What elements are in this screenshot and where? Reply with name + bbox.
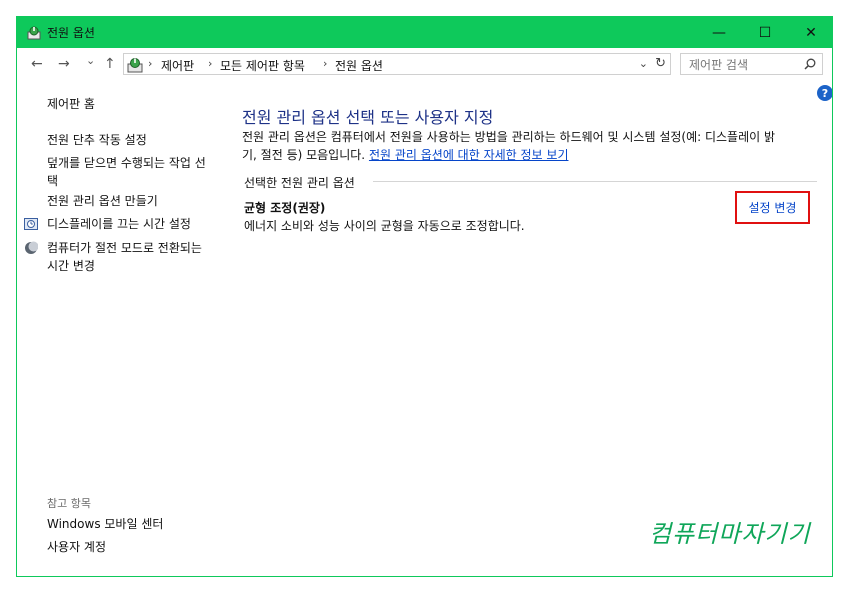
control-panel-icon xyxy=(127,58,143,73)
minimize-icon: — xyxy=(712,24,726,41)
minimize-button[interactable]: — xyxy=(696,17,742,48)
page-title: 전원 관리 옵션 선택 또는 사용자 지정 xyxy=(242,108,494,127)
forward-button[interactable]: → xyxy=(58,56,70,72)
sidebar-create-plan-link[interactable]: 전원 관리 옵션 만들기 xyxy=(47,192,158,210)
breadcrumb-separator: › xyxy=(148,57,153,70)
sidebar-home-link[interactable]: 제어판 홈 xyxy=(47,95,95,113)
selected-plan-heading: 선택한 전원 관리 옵션 xyxy=(244,176,355,190)
up-button[interactable]: ↑ xyxy=(104,56,116,72)
sleep-moon-icon xyxy=(25,241,38,254)
window-title: 전원 옵션 xyxy=(47,26,95,40)
back-button[interactable]: ← xyxy=(31,56,43,72)
help-icon[interactable]: ? xyxy=(817,85,832,101)
navigation-bar: ← → ⌄ ↑ › 제어판 › 모든 제어판 항목 › 전원 옵션 ⌄ ↻ xyxy=(17,48,832,81)
sidebar-lid-action-link[interactable]: 덮개를 닫으면 수행되는 작업 선택 xyxy=(47,154,212,190)
plan-name: 균형 조정(권장) xyxy=(244,201,326,215)
maximize-icon: ☐ xyxy=(758,24,772,41)
sidebar-mobility-center-link[interactable]: Windows 모바일 센터 xyxy=(47,515,163,533)
page-description: 전원 관리 옵션은 컴퓨터에서 전원을 사용하는 방법을 관리하는 하드웨어 및… xyxy=(242,128,817,164)
sidebar-sleep-link[interactable]: 컴퓨터가 절전 모드로 전환되는 시간 변경 xyxy=(47,239,207,275)
sidebar-power-button-link[interactable]: 전원 단추 작동 설정 xyxy=(47,131,147,149)
sidebar-user-accounts-link[interactable]: 사용자 계정 xyxy=(47,538,106,556)
change-plan-settings-label: 설정 변경 xyxy=(748,201,797,215)
display-clock-icon xyxy=(24,218,38,230)
address-bar[interactable]: › 제어판 › 모든 제어판 항목 › 전원 옵션 ⌄ ↻ xyxy=(123,53,671,75)
search-icon[interactable] xyxy=(804,58,816,70)
plan-description: 에너지 소비와 성능 사이의 균형을 자동으로 조정합니다. xyxy=(244,219,525,233)
refresh-button[interactable]: ↻ xyxy=(655,56,666,71)
title-bar: 전원 옵션 — ☐ ✕ xyxy=(17,17,832,48)
power-options-icon xyxy=(27,26,41,40)
section-divider xyxy=(373,181,817,182)
address-dropdown-icon[interactable]: ⌄ xyxy=(639,57,648,70)
recent-locations-button[interactable]: ⌄ xyxy=(86,54,95,67)
breadcrumb-control-panel[interactable]: 제어판 xyxy=(161,57,194,74)
sidebar-display-off-link[interactable]: 디스플레이를 끄는 시간 설정 xyxy=(47,215,191,233)
close-icon: ✕ xyxy=(805,24,817,41)
search-input[interactable] xyxy=(681,54,807,76)
description-text: 전원 관리 옵션은 컴퓨터에서 전원을 사용하는 방법을 관리하는 하드웨어 및… xyxy=(242,130,776,144)
maximize-button[interactable]: ☐ xyxy=(742,17,788,48)
breadcrumb-separator: › xyxy=(208,57,213,70)
see-also-heading: 참고 항목 xyxy=(47,497,91,510)
breadcrumb-all-items[interactable]: 모든 제어판 항목 xyxy=(220,57,305,74)
breadcrumb-power-options[interactable]: 전원 옵션 xyxy=(335,57,383,74)
watermark: 컴퓨터마자기기 xyxy=(649,520,811,548)
learn-more-link[interactable]: 전원 관리 옵션에 대한 자세한 정보 보기 xyxy=(369,148,569,162)
change-plan-settings-link[interactable]: 설정 변경 xyxy=(735,191,810,224)
control-panel-window: 전원 옵션 — ☐ ✕ ← → ⌄ ↑ › 제어판 › 모든 제어판 항목 › … xyxy=(16,16,833,577)
breadcrumb-separator: › xyxy=(323,57,328,70)
close-button[interactable]: ✕ xyxy=(788,17,832,48)
description-text: 기, 절전 등) 모음입니다. xyxy=(242,148,366,162)
search-box xyxy=(680,53,823,76)
